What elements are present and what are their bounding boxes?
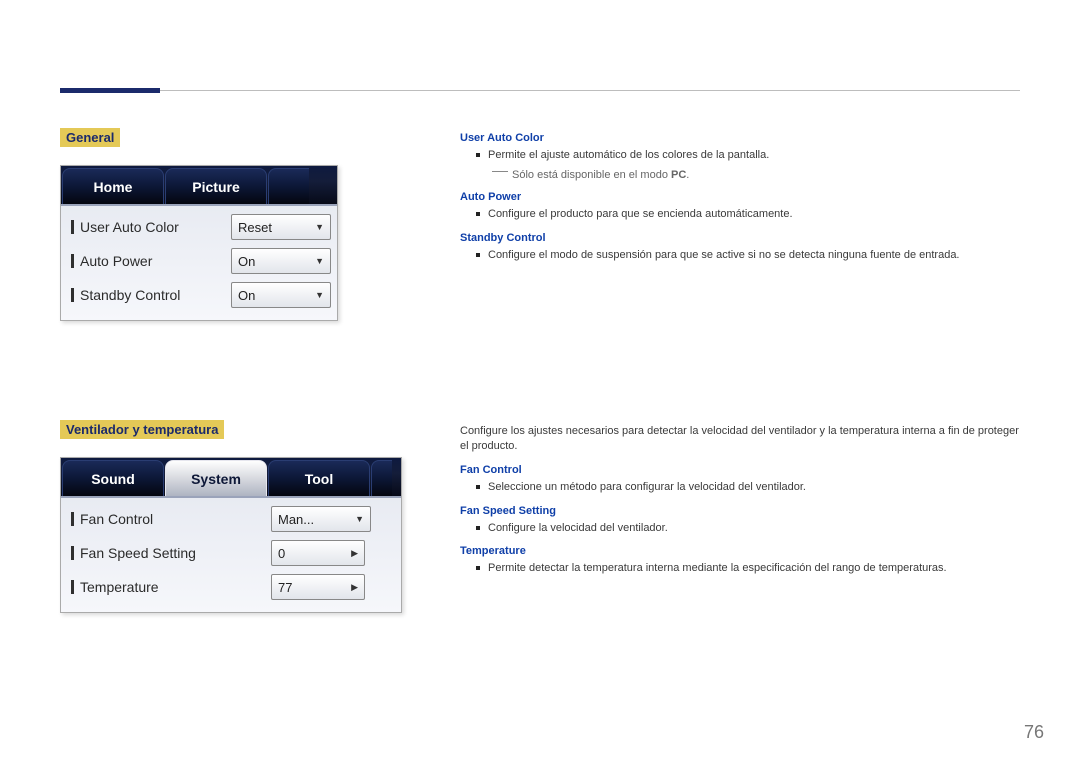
panel-general: Home Picture User Auto Color Reset ▼ Aut… [60,165,338,321]
tab-system[interactable]: System [165,460,267,496]
desc-bullet: Permite detectar la temperatura interna … [476,561,1020,576]
chevron-down-icon: ▼ [315,290,324,300]
tab-tool[interactable]: Tool [268,460,370,496]
row-auto-power: Auto Power On ▼ [67,244,331,278]
desc-intro-fan: Configure los ajustes necesarios para de… [460,424,1020,454]
panel-fan: Sound System Tool Fan Control Man... ▼ F… [60,457,402,613]
desc-text: Seleccione un método para configurar la … [488,480,806,495]
section-heading-general: General [60,128,120,147]
tabbar-general: Home Picture [61,166,337,206]
desc-heading-user-auto-color: User Auto Color [460,132,1020,144]
label-text: Fan Speed Setting [80,545,196,561]
dropdown-value: On [238,288,255,303]
desc-bullet: Permite el ajuste automático de los colo… [476,148,1020,163]
tab-home[interactable]: Home [62,168,164,204]
section-fan-left: Ventilador y temperatura Sound System To… [60,420,400,613]
desc-bullet: Configure la velocidad del ventilador. [476,521,1020,536]
chevron-right-icon: ▶ [351,548,358,559]
row-label: Standby Control [67,287,231,303]
note-suffix: . [686,169,689,181]
desc-bullet: Configure el modo de suspensión para que… [476,248,1020,263]
panel-fan-rows: Fan Control Man... ▼ Fan Speed Setting 0… [61,498,401,612]
bullet-icon [476,253,480,257]
bullet-icon [476,566,480,570]
row-temperature: Temperature 77 ▶ [67,570,395,604]
dropdown-standby-control[interactable]: On ▼ [231,282,331,308]
desc-text: Permite detectar la temperatura interna … [488,561,947,576]
bullet-icon [476,212,480,216]
desc-text: Configure la velocidad del ventilador. [488,521,668,536]
desc-text: Permite el ajuste automático de los colo… [488,148,769,163]
header-rule [60,90,1020,91]
section-heading-fan: Ventilador y temperatura [60,420,224,439]
desc-text: Configure el producto para que se encien… [488,207,793,222]
bullet-icon [476,153,480,157]
header-rule-accent [60,88,160,93]
dropdown-auto-power[interactable]: On ▼ [231,248,331,274]
desc-heading-standby-control: Standby Control [460,232,1020,244]
page-number: 76 [1024,722,1044,743]
dropdown-fan-control[interactable]: Man... ▼ [271,506,371,532]
row-user-auto-color: User Auto Color Reset ▼ [67,210,331,244]
label-text: Auto Power [80,253,152,269]
note-dash-icon [492,171,508,172]
dropdown-user-auto-color[interactable]: Reset ▼ [231,214,331,240]
note-bold: PC [671,169,686,181]
row-fan-speed-setting: Fan Speed Setting 0 ▶ [67,536,395,570]
bullet-icon [476,485,480,489]
chevron-right-icon: ▶ [351,582,358,593]
tab-overflow [268,168,309,204]
spinner-fan-speed[interactable]: 0 ▶ [271,540,365,566]
spinner-value: 77 [278,580,351,595]
label-text: Temperature [80,579,159,595]
section-fan-right: Configure los ajustes necesarios para de… [460,424,1020,582]
panel-general-rows: User Auto Color Reset ▼ Auto Power On ▼ … [61,206,337,320]
section-general-right: User Auto Color Permite el ajuste automá… [460,128,1020,269]
dropdown-value: Reset [238,220,272,235]
desc-heading-fan-control: Fan Control [460,464,1020,476]
dropdown-value: On [238,254,255,269]
row-label: User Auto Color [67,219,231,235]
label-text: User Auto Color [80,219,179,235]
desc-note-pc-mode: Sólo está disponible en el modo PC. [492,169,1020,181]
tabbar-fan: Sound System Tool [61,458,401,498]
tab-sound[interactable]: Sound [62,460,164,496]
row-label: Fan Speed Setting [67,545,271,561]
section-general-left: General Home Picture User Auto Color Res… [60,128,400,321]
row-standby-control: Standby Control On ▼ [67,278,331,312]
row-label: Fan Control [67,511,271,527]
spinner-temperature[interactable]: 77 ▶ [271,574,365,600]
desc-bullet: Seleccione un método para configurar la … [476,480,1020,495]
dropdown-value: Man... [278,512,314,527]
desc-heading-auto-power: Auto Power [460,191,1020,203]
desc-heading-fan-speed: Fan Speed Setting [460,505,1020,517]
chevron-down-icon: ▼ [315,256,324,266]
note-text: Sólo está disponible en el modo [512,169,671,181]
chevron-down-icon: ▼ [355,514,364,524]
tab-picture[interactable]: Picture [165,168,267,204]
label-text: Fan Control [80,511,153,527]
chevron-down-icon: ▼ [315,222,324,232]
desc-bullet: Configure el producto para que se encien… [476,207,1020,222]
label-text: Standby Control [80,287,180,303]
tab-overflow [371,460,392,496]
desc-heading-temperature: Temperature [460,545,1020,557]
row-label: Auto Power [67,253,231,269]
spinner-value: 0 [278,546,351,561]
row-fan-control: Fan Control Man... ▼ [67,502,395,536]
row-label: Temperature [67,579,271,595]
bullet-icon [476,526,480,530]
desc-text: Configure el modo de suspensión para que… [488,248,960,263]
